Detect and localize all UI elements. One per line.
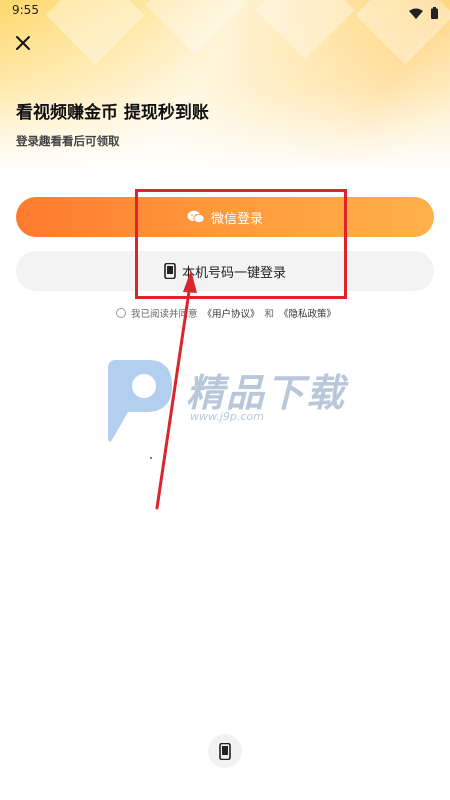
page-subtitle: 登录趣看看后可领取 (16, 134, 120, 148)
watermark-url: www.j9p.com (190, 410, 264, 423)
status-time: 9:55 (12, 3, 39, 17)
close-icon (16, 36, 30, 50)
agreement-checkbox[interactable] (116, 308, 126, 318)
wifi-icon (409, 4, 423, 23)
user-agreement-link[interactable]: 《用户协议》 (203, 306, 260, 320)
close-button[interactable] (12, 32, 34, 54)
watermark-logo-icon (108, 360, 172, 442)
status-bar: 9:55 (0, 0, 450, 24)
watermark: 精品下载 www.j9p.com (98, 358, 358, 448)
annotation-highlight-box (135, 189, 347, 299)
bottom-phone-login-button[interactable] (208, 734, 242, 768)
agreement-and: 和 (264, 309, 275, 320)
stray-dot (150, 457, 152, 459)
battery-icon (431, 4, 438, 23)
agreement-prefix: 我已阅读并同意 (131, 309, 198, 320)
privacy-policy-link[interactable]: 《隐私政策》 (279, 306, 336, 320)
agreement-row: 我已阅读并同意 《用户协议》 和 《隐私政策》 (116, 306, 336, 320)
phone-icon (219, 742, 231, 760)
watermark-brand: 精品下载 (186, 371, 347, 415)
page-title: 看视频赚金币 提现秒到账 (16, 103, 209, 123)
